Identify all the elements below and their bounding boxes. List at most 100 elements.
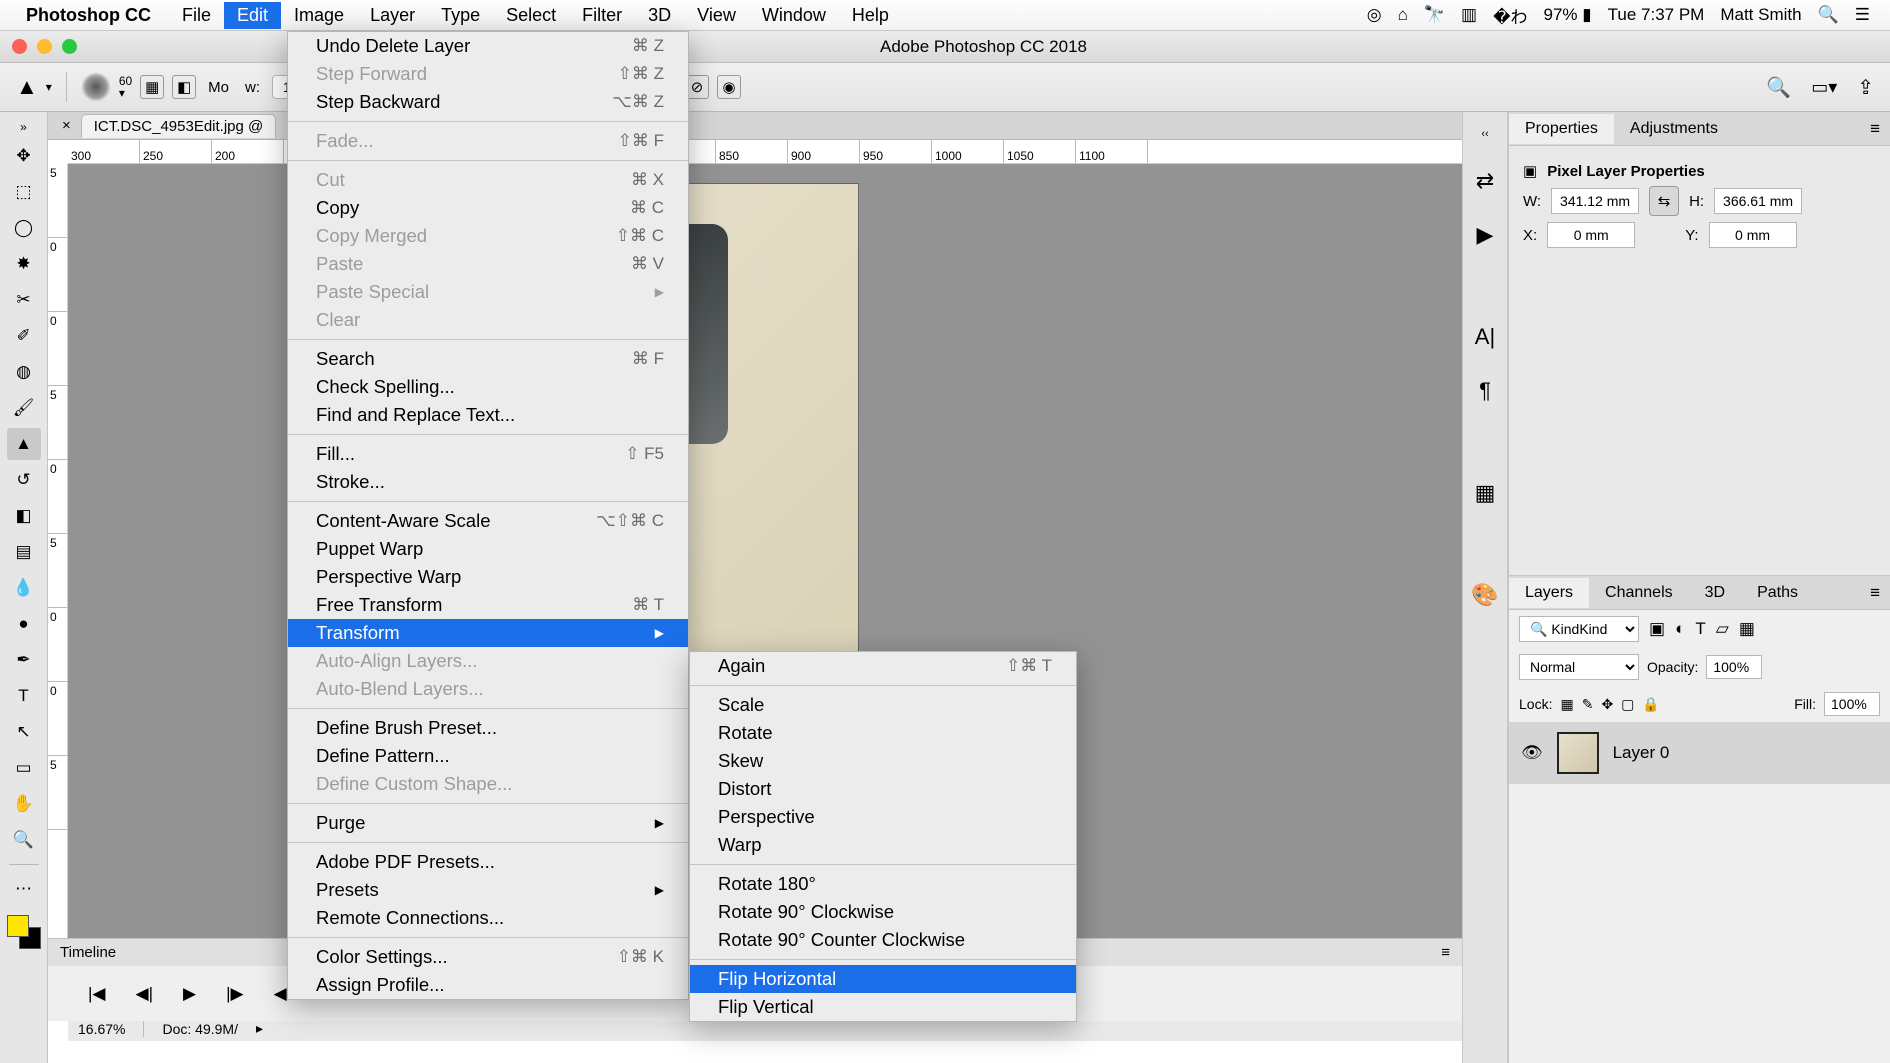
menu-item-color-settings[interactable]: Color Settings...⇧⌘ K: [288, 943, 688, 971]
layer-name[interactable]: Layer 0: [1613, 743, 1670, 763]
tab-3d[interactable]: 3D: [1689, 578, 1741, 608]
menu-item-rotate[interactable]: Rotate: [690, 719, 1076, 747]
clock[interactable]: Tue 7:37 PM: [1608, 5, 1705, 25]
dodge-tool-icon[interactable]: ●: [7, 608, 41, 640]
clone-stamp-tool-icon[interactable]: ▲: [7, 428, 41, 460]
layer-item[interactable]: 👁 Layer 0: [1509, 722, 1890, 784]
user-name[interactable]: Matt Smith: [1720, 5, 1801, 25]
binoculars-icon[interactable]: 🔭: [1424, 5, 1445, 25]
healing-brush-tool-icon[interactable]: ◍: [7, 356, 41, 388]
ruler-horizontal[interactable]: 3002502005506006507007508008509009501000…: [68, 140, 1462, 164]
go-first-icon[interactable]: |◀: [88, 984, 106, 1004]
panel-menu-icon[interactable]: ≡: [1870, 583, 1880, 603]
window-close-button[interactable]: [12, 39, 27, 54]
menu-item-rotate-90-counter-clockwise[interactable]: Rotate 90° Counter Clockwise: [690, 926, 1076, 954]
menu-help[interactable]: Help: [839, 2, 902, 29]
audio-icon[interactable]: ◀: [274, 984, 287, 1004]
menu-item-again[interactable]: Again⇧⌘ T: [690, 652, 1076, 680]
menu-item-adobe-pdf-presets[interactable]: Adobe PDF Presets...: [288, 848, 688, 876]
shape-tool-icon[interactable]: ▭: [7, 752, 41, 784]
menu-item-step-backward[interactable]: Step Backward⌥⌘ Z: [288, 88, 688, 116]
x-input[interactable]: [1547, 222, 1635, 248]
marquee-tool-icon[interactable]: ⬚: [7, 176, 41, 208]
brush-tool-icon[interactable]: 🖌: [7, 392, 41, 424]
brush-settings-icon[interactable]: ◧: [172, 75, 196, 99]
eyedropper-tool-icon[interactable]: ✐: [7, 320, 41, 352]
menu-item-puppet-warp[interactable]: Puppet Warp: [288, 535, 688, 563]
menu-item-find-and-replace-text[interactable]: Find and Replace Text...: [288, 401, 688, 429]
lock-all-icon[interactable]: 🔒: [1642, 696, 1659, 713]
history-panel-icon[interactable]: ⇄: [1476, 168, 1494, 194]
pen-tool-icon[interactable]: ✒: [7, 644, 41, 676]
filter-smart-icon[interactable]: ▦: [1739, 619, 1755, 639]
menu-item-skew[interactable]: Skew: [690, 747, 1076, 775]
cc-icon[interactable]: ◎: [1367, 5, 1382, 25]
tab-paths[interactable]: Paths: [1741, 578, 1814, 608]
panel-menu-icon[interactable]: ≡: [1870, 119, 1880, 139]
menu-image[interactable]: Image: [281, 2, 357, 29]
hand-tool-icon[interactable]: ✋: [7, 788, 41, 820]
list-icon[interactable]: ☰: [1855, 5, 1870, 25]
lock-paint-icon[interactable]: ✎: [1582, 696, 1594, 713]
zoom-level[interactable]: 16.67%: [78, 1021, 125, 1037]
battery-menu-icon[interactable]: ▥: [1461, 5, 1477, 25]
menu-item-fill[interactable]: Fill...⇧ F5: [288, 440, 688, 468]
battery-percent[interactable]: 97% ▮: [1544, 5, 1592, 25]
swatches-panel-icon[interactable]: ▦: [1475, 480, 1496, 506]
y-input[interactable]: [1709, 222, 1797, 248]
move-tool-icon[interactable]: ✥: [7, 140, 41, 172]
tab-close-icon[interactable]: ×: [62, 117, 71, 134]
foreground-color-swatch[interactable]: [7, 915, 29, 937]
menu-item-remote-connections[interactable]: Remote Connections...: [288, 904, 688, 932]
menu-item-stroke[interactable]: Stroke...: [288, 468, 688, 496]
color-panel-icon[interactable]: 🎨: [1471, 582, 1498, 608]
document-tab[interactable]: ICT.DSC_4953Edit.jpg @: [81, 114, 276, 138]
blend-mode-select[interactable]: Normal: [1519, 654, 1639, 680]
menu-item-assign-profile[interactable]: Assign Profile...: [288, 971, 688, 999]
edit-toolbar-icon[interactable]: ⋯: [7, 873, 41, 905]
menu-item-free-transform[interactable]: Free Transform⌘ T: [288, 591, 688, 619]
menu-select[interactable]: Select: [493, 2, 569, 29]
menu-item-scale[interactable]: Scale: [690, 691, 1076, 719]
menu-item-warp[interactable]: Warp: [690, 831, 1076, 859]
menu-item-distort[interactable]: Distort: [690, 775, 1076, 803]
crop-tool-icon[interactable]: ✂: [7, 284, 41, 316]
menu-item-purge[interactable]: Purge▶: [288, 809, 688, 837]
fill-input[interactable]: [1824, 692, 1880, 716]
menu-item-copy[interactable]: Copy⌘ C: [288, 194, 688, 222]
type-tool-icon[interactable]: T: [7, 680, 41, 712]
prev-frame-icon[interactable]: ◀|: [136, 984, 154, 1004]
menu-type[interactable]: Type: [428, 2, 493, 29]
spotlight-icon[interactable]: 🔍: [1818, 5, 1839, 25]
lock-artboard-icon[interactable]: ▢: [1621, 696, 1634, 713]
blur-tool-icon[interactable]: 💧: [7, 572, 41, 604]
menu-item-rotate-90-clockwise[interactable]: Rotate 90° Clockwise: [690, 898, 1076, 926]
brush-preview-icon[interactable]: [81, 72, 111, 102]
workspace-icon[interactable]: ▭▾: [1811, 77, 1837, 98]
ruler-vertical[interactable]: 500505005: [48, 164, 68, 1015]
gradient-tool-icon[interactable]: ▤: [7, 536, 41, 568]
wifi-icon[interactable]: �わ: [1493, 3, 1527, 28]
filter-image-icon[interactable]: ▣: [1649, 619, 1665, 639]
menu-item-search[interactable]: Search⌘ F: [288, 345, 688, 373]
menu-item-flip-horizontal[interactable]: Flip Horizontal: [690, 965, 1076, 993]
layer-thumbnail[interactable]: [1557, 732, 1599, 774]
menu-item-perspective-warp[interactable]: Perspective Warp: [288, 563, 688, 591]
timeline-menu-icon[interactable]: ≡: [1441, 944, 1450, 961]
tab-properties[interactable]: Properties: [1509, 114, 1614, 144]
menu-item-undo-delete-layer[interactable]: Undo Delete Layer⌘ Z: [288, 32, 688, 60]
layer-visibility-icon[interactable]: 👁: [1521, 743, 1543, 763]
height-input[interactable]: [1714, 188, 1802, 214]
zoom-tool-icon[interactable]: 🔍: [7, 824, 41, 856]
tab-adjustments[interactable]: Adjustments: [1614, 114, 1734, 144]
menu-edit[interactable]: Edit: [224, 2, 281, 29]
menu-item-rotate-180[interactable]: Rotate 180°: [690, 870, 1076, 898]
menu-item-define-pattern[interactable]: Define Pattern...: [288, 742, 688, 770]
history-brush-tool-icon[interactable]: ↺: [7, 464, 41, 496]
search-icon[interactable]: 🔍: [1766, 75, 1791, 100]
menu-item-content-aware-scale[interactable]: Content-Aware Scale⌥⇧⌘ C: [288, 507, 688, 535]
character-panel-icon[interactable]: A|: [1475, 324, 1495, 350]
menu-item-flip-vertical[interactable]: Flip Vertical: [690, 993, 1076, 1021]
tab-channels[interactable]: Channels: [1589, 578, 1689, 608]
menu-file[interactable]: File: [169, 2, 224, 29]
